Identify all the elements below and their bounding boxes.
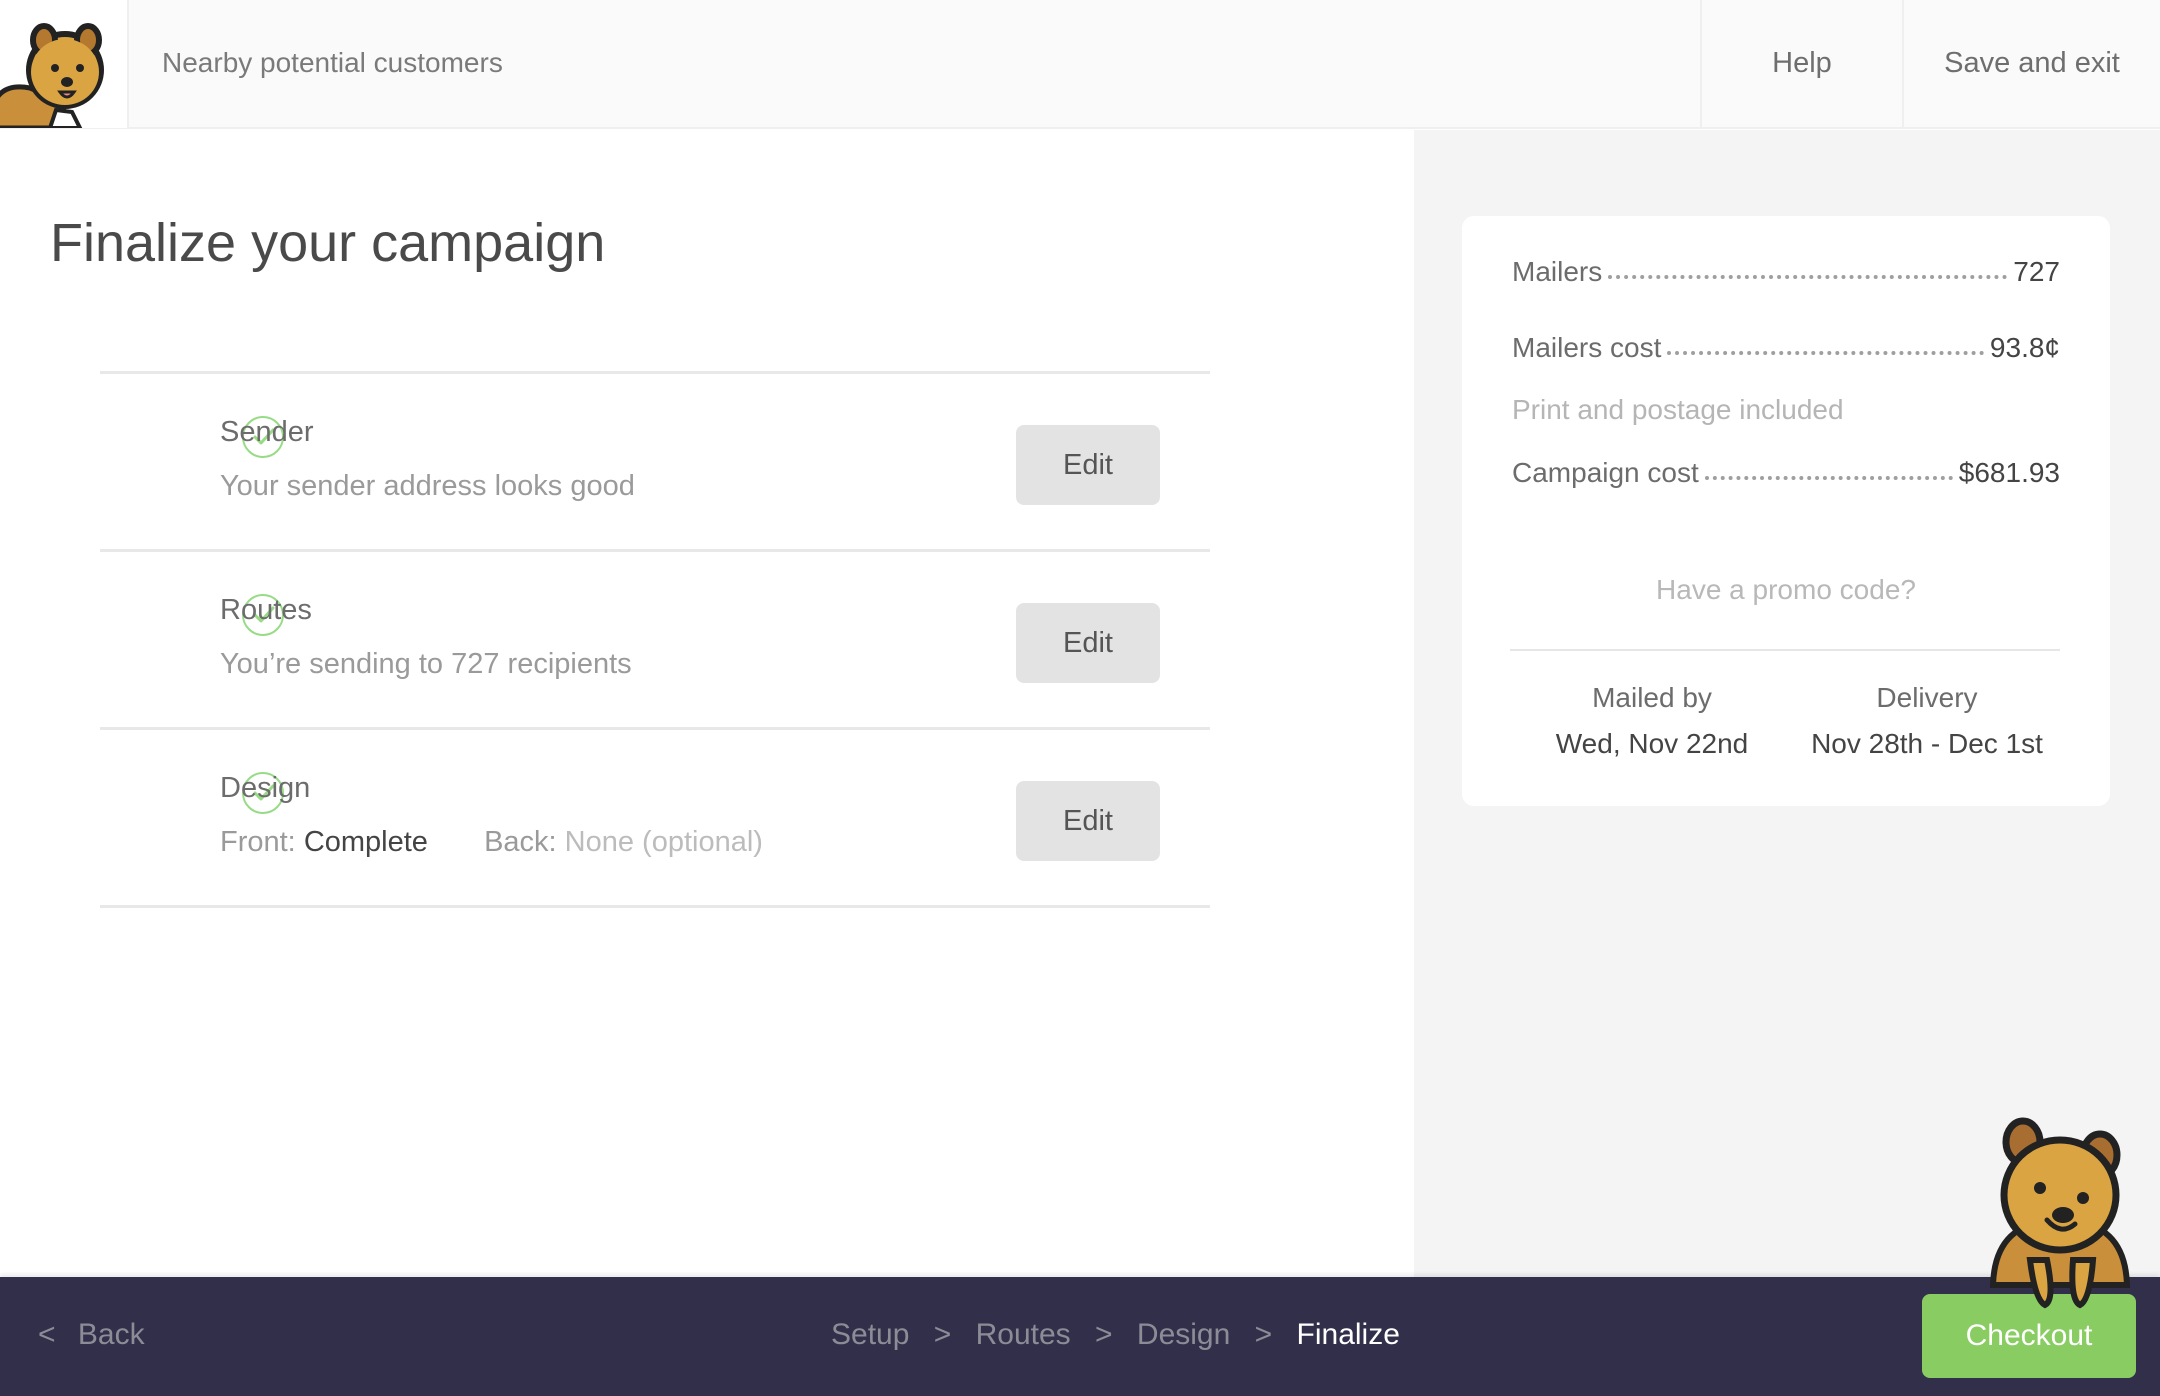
- mailers-row: Mailers 727: [1512, 256, 2060, 288]
- step-description: You’re sending to 727 recipients: [220, 648, 632, 680]
- back-label: Back:: [484, 826, 557, 858]
- delivery: Delivery Nov 28th - Dec 1st: [1782, 682, 2072, 760]
- back-label: Back: [77, 1318, 145, 1351]
- step-title: Routes: [220, 594, 312, 626]
- summary-panel: Mailers 727 Mailers cost 93.8¢ Print and…: [1414, 130, 2160, 1277]
- breadcrumb-separator: >: [933, 1318, 952, 1351]
- mailers-cost-label: Mailers cost: [1512, 332, 1662, 363]
- front-label: Front:: [220, 826, 296, 858]
- mailed-by-value: Wed, Nov 22nd: [1555, 728, 1749, 759]
- chevron-left-icon: <: [38, 1318, 56, 1351]
- page-title: Finalize your campaign: [50, 213, 606, 273]
- mailers-cost-row: Mailers cost 93.8¢: [1512, 332, 2060, 364]
- breadcrumb-finalize: Finalize: [1296, 1318, 1400, 1351]
- edit-design-button[interactable]: Edit: [1016, 781, 1160, 861]
- breadcrumb-routes[interactable]: Routes: [976, 1318, 1071, 1351]
- step-description: Front: Complete Back: None (optional): [220, 826, 763, 859]
- breadcrumb-setup[interactable]: Setup: [831, 1318, 909, 1351]
- edit-routes-button[interactable]: Edit: [1016, 603, 1160, 683]
- step-routes: Routes You’re sending to 727 recipients …: [100, 552, 1210, 730]
- logo[interactable]: [0, 0, 129, 128]
- mailed-by: Mailed by Wed, Nov 22nd: [1507, 682, 1797, 760]
- breadcrumb-design[interactable]: Design: [1137, 1318, 1230, 1351]
- step-design: Design Front: Complete Back: None (optio…: [100, 730, 1210, 908]
- promo-code-link[interactable]: Have a promo code?: [1462, 574, 2110, 606]
- edit-sender-button[interactable]: Edit: [1016, 425, 1160, 505]
- save-and-exit-button[interactable]: Save and exit: [1902, 0, 2160, 128]
- back-value: None (optional): [564, 826, 763, 858]
- bottom-nav: < Back Setup > Routes > Design > Finaliz…: [0, 1277, 2160, 1396]
- dot-leader: [1608, 275, 2008, 279]
- mailers-value: 727: [2013, 256, 2060, 287]
- step-description: Your sender address looks good: [220, 470, 635, 502]
- mailers-label: Mailers: [1512, 256, 1603, 287]
- mailers-cost-value: 93.8¢: [1989, 332, 2060, 363]
- breadcrumb: Setup > Routes > Design > Finalize: [831, 1277, 1400, 1396]
- delivery-label: Delivery: [1876, 682, 1978, 713]
- divider: [1510, 649, 2060, 651]
- step-sender: Sender Your sender address looks good Ed…: [100, 374, 1210, 552]
- top-header: Nearby potential customers Help Save and…: [0, 0, 2160, 129]
- campaign-cost-label: Campaign cost: [1512, 457, 1699, 488]
- front-value: Complete: [303, 826, 428, 858]
- campaign-title: Nearby potential customers: [162, 47, 503, 78]
- cost-summary-card: Mailers 727 Mailers cost 93.8¢ Print and…: [1462, 216, 2110, 806]
- quokka-mascot-icon: [0, 23, 104, 128]
- step-title: Sender: [220, 416, 314, 448]
- help-button[interactable]: Help: [1700, 0, 1902, 128]
- mailed-by-label: Mailed by: [1592, 682, 1712, 713]
- dot-leader: [1704, 476, 1953, 480]
- back-button[interactable]: < Back: [38, 1277, 145, 1396]
- breadcrumb-separator: >: [1254, 1318, 1273, 1351]
- step-list: Sender Your sender address looks good Ed…: [100, 371, 1210, 908]
- delivery-value: Nov 28th - Dec 1st: [1811, 728, 2043, 759]
- campaign-cost-value: $681.93: [1958, 457, 2060, 488]
- campaign-cost-row: Campaign cost $681.93: [1512, 457, 2060, 489]
- main-content: Finalize your campaign Sender Your sende…: [0, 130, 1414, 1277]
- checkout-button[interactable]: Checkout: [1922, 1294, 2136, 1378]
- breadcrumb-separator: >: [1095, 1318, 1113, 1351]
- dot-leader: [1667, 351, 1984, 355]
- postage-note: Print and postage included: [1512, 394, 1844, 425]
- step-title: Design: [220, 772, 311, 804]
